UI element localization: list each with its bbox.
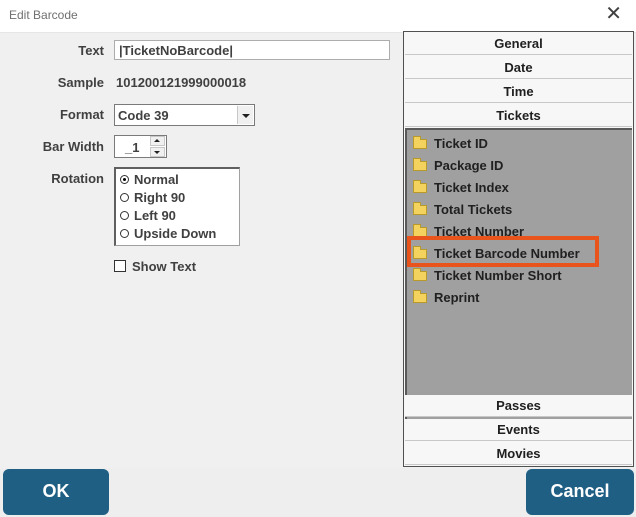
tickets-field-list: Ticket ID Package ID Ticket Index Total … [405, 128, 632, 423]
list-item-label: Ticket Number [434, 224, 525, 239]
rotation-label: Rotation [51, 171, 104, 186]
chevron-down-icon[interactable] [237, 106, 253, 124]
bar-width-value: _1 [125, 140, 140, 155]
tab-time[interactable]: Time [405, 81, 632, 103]
list-item-label: Total Tickets [434, 202, 513, 217]
sample-label: Sample [57, 75, 104, 90]
tab-date[interactable]: Date [405, 57, 632, 79]
folder-icon [413, 136, 427, 149]
field-panel: General Date Time Tickets Ticket ID Pack… [403, 31, 634, 467]
format-select[interactable]: Code 39 [114, 104, 255, 126]
ok-button[interactable]: OK [3, 469, 109, 515]
tab-events[interactable]: Events [405, 419, 632, 441]
radio-button[interactable] [120, 229, 129, 238]
tab-tickets[interactable]: Tickets [405, 105, 632, 127]
radio-button[interactable] [120, 193, 129, 202]
folder-icon [413, 180, 427, 193]
show-text-checkbox[interactable]: Show Text [114, 259, 224, 277]
radio-label: Upside Down [134, 226, 217, 241]
list-item-label: Reprint [434, 290, 480, 305]
bar-width-label: Bar Width [42, 139, 104, 154]
dialog-footer: OK Cancel [0, 468, 636, 517]
folder-icon [413, 268, 427, 281]
spin-down-icon[interactable] [150, 147, 165, 157]
folder-icon [413, 202, 427, 215]
tab-general[interactable]: General [405, 33, 632, 55]
list-item-label: Ticket Index [434, 180, 509, 195]
folder-icon [413, 290, 427, 303]
rotation-radio-group: Normal Right 90 Left 90 Upside Down [114, 167, 240, 246]
close-icon[interactable]: ✕ [605, 3, 622, 25]
text-label: Text [78, 43, 104, 58]
tab-movies[interactable]: Movies [405, 443, 632, 465]
format-value: Code 39 [118, 108, 169, 123]
folder-icon [413, 158, 427, 171]
list-item-label: Ticket Barcode Number [434, 246, 580, 261]
window-title: Edit Barcode [9, 8, 78, 22]
tab-passes[interactable]: Passes [405, 395, 632, 417]
radio-label: Left 90 [134, 208, 176, 223]
list-item-label: Ticket ID [434, 136, 488, 151]
radio-button[interactable] [120, 211, 129, 220]
bar-width-stepper[interactable]: _1 [114, 135, 167, 158]
spin-up-icon[interactable] [150, 136, 165, 146]
folder-icon [413, 224, 427, 237]
title-bar: Edit Barcode ✕ [0, 0, 636, 33]
radio-button[interactable] [120, 175, 129, 184]
list-item-label: Ticket Number Short [434, 268, 562, 283]
cancel-button[interactable]: Cancel [526, 469, 634, 515]
show-text-label: Show Text [132, 259, 197, 274]
checkbox[interactable] [114, 260, 126, 272]
text-input[interactable] [114, 40, 390, 60]
sample-value: 101200121999000018 [116, 75, 247, 90]
radio-label: Right 90 [134, 190, 186, 205]
format-label: Format [59, 107, 104, 122]
folder-icon [413, 246, 427, 259]
list-item-label: Package ID [434, 158, 504, 173]
radio-label: Normal [134, 172, 179, 187]
